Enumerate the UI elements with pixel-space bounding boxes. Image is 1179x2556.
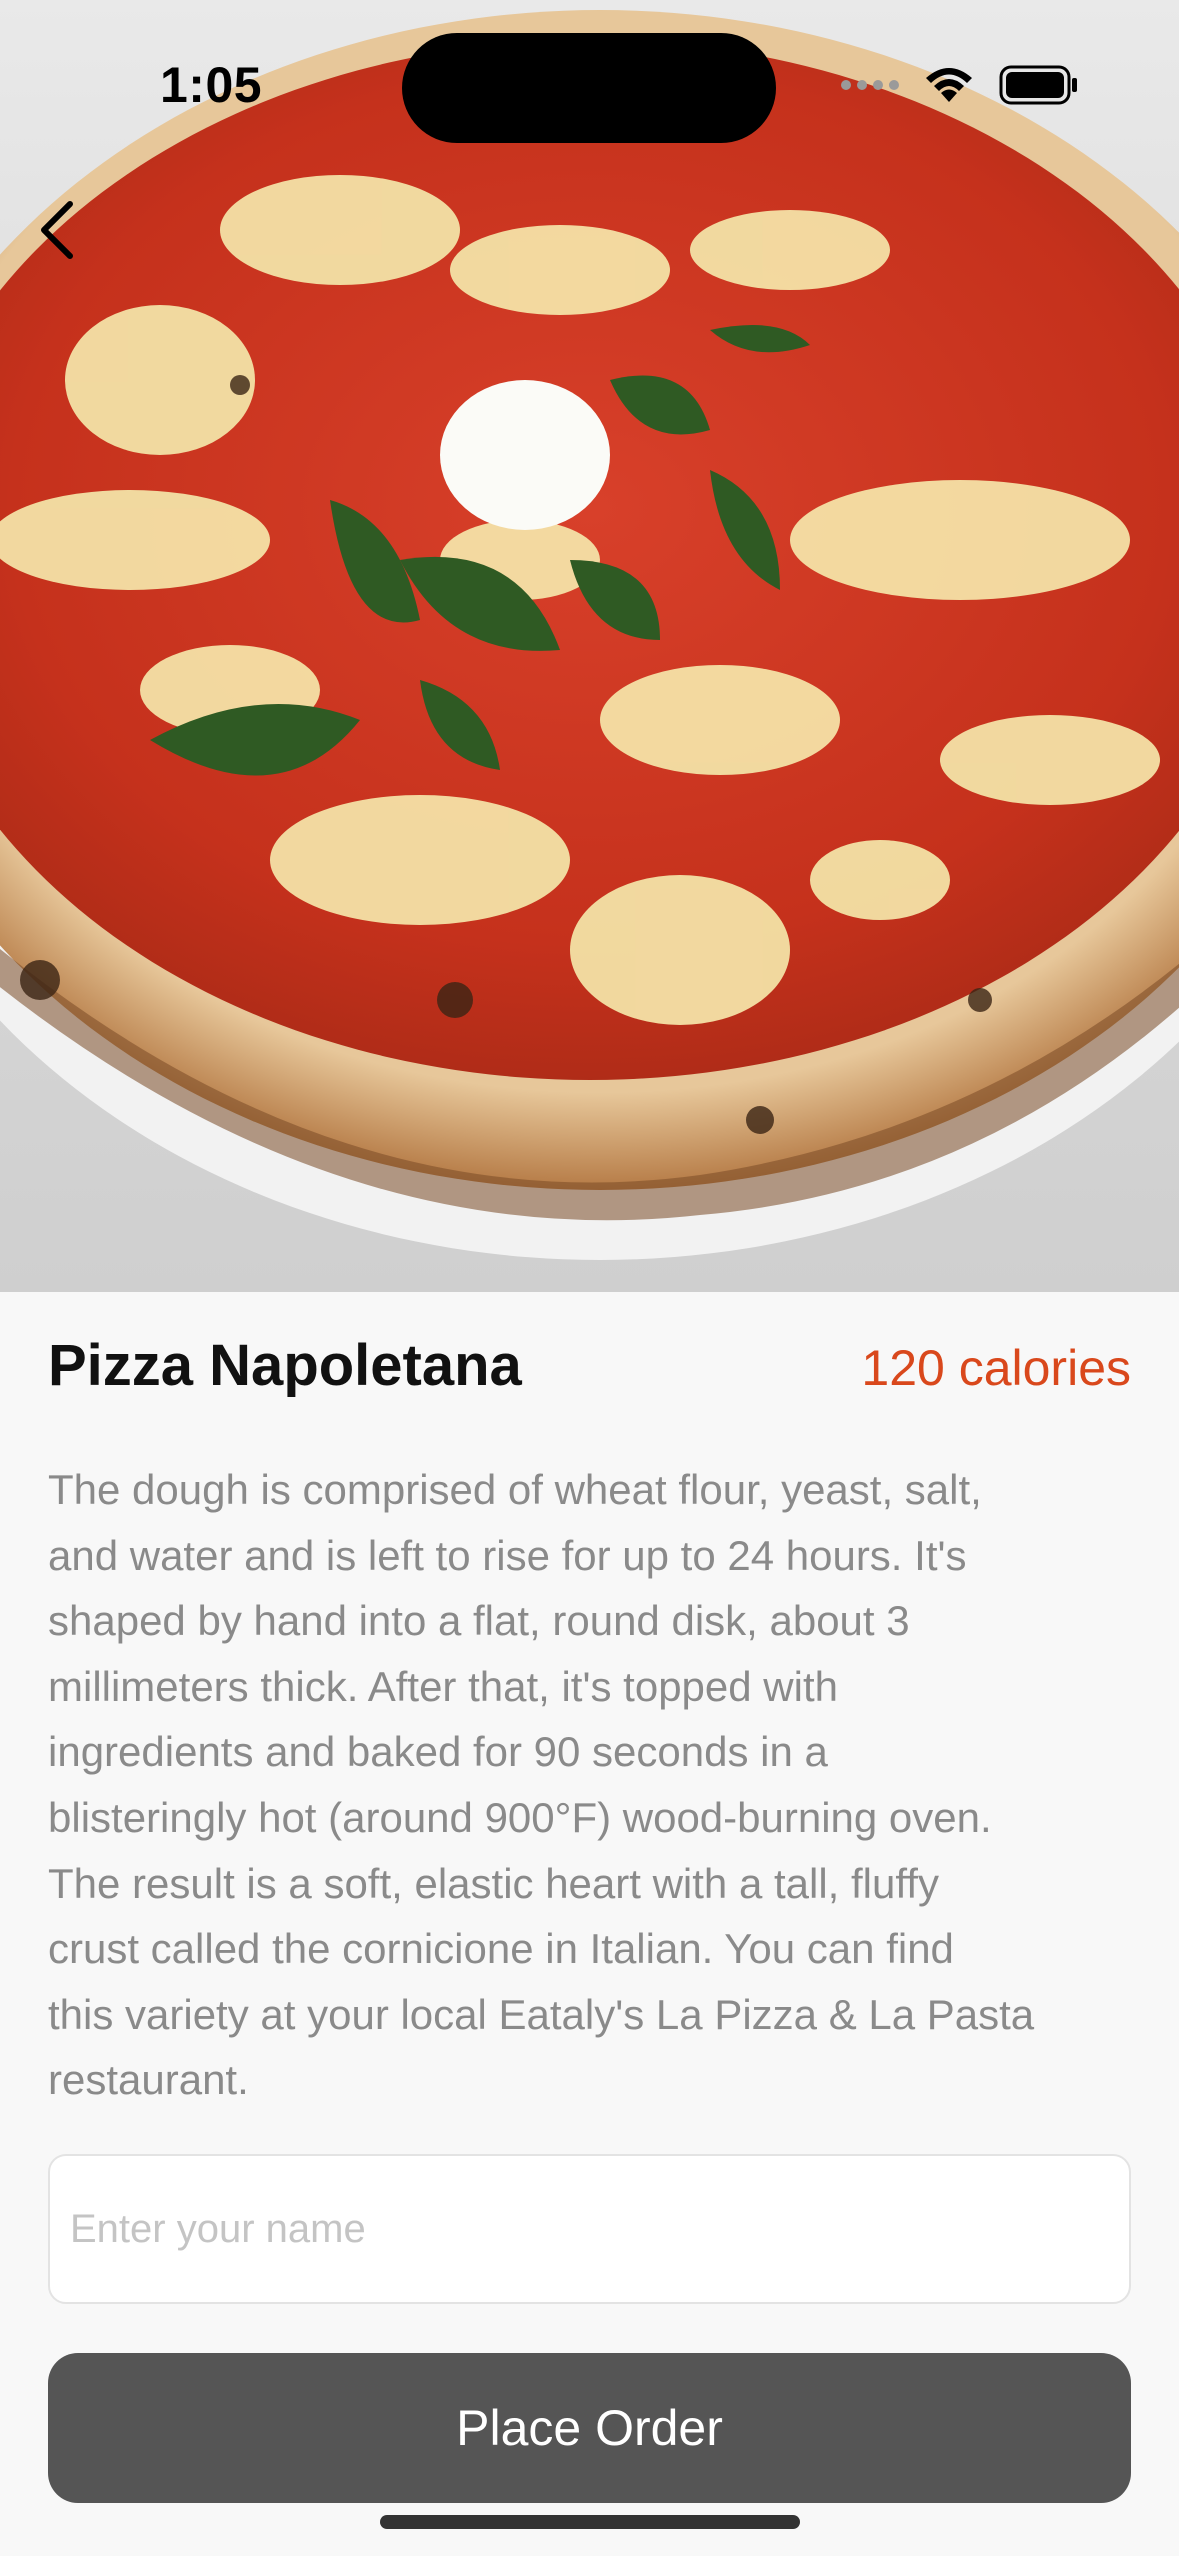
status-time: 1:05 [160,57,263,113]
back-button[interactable] [18,190,98,270]
description-line: this variety at your local Eataly's La P… [48,1990,1035,2038]
place-order-button[interactable]: Place Order [48,2353,1131,2503]
battery-icon [999,65,1077,105]
wifi-icon [926,68,972,102]
description-line: ingredients and baked for 90 seconds in … [48,1728,828,1776]
pizza-illustration [0,10,1179,1260]
chevron-left-icon [41,201,73,259]
name-input[interactable] [48,2154,1131,2304]
description-line: The dough is comprised of wheat flour, y… [48,1466,982,1513]
description-line: crust called the cornicione in Italian. … [48,1925,954,1973]
dish-title: Pizza Napoletana [48,1333,522,1398]
status-icons [841,62,1079,108]
description-line: millimeters thick. After that, it's topp… [48,1662,838,1710]
description-line: and water and is left to rise for up to … [48,1531,967,1579]
home-indicator [380,2515,800,2529]
pizza-photo [0,0,1179,1292]
description-line: blisteringly hot (around 900°F) wood-bur… [48,1793,992,1841]
dish-description: The dough is comprised of wheat flour, y… [48,1457,1131,2113]
burrata [440,380,610,530]
dynamic-island [402,33,776,143]
signal-dots-icon [841,80,899,90]
description-line: restaurant. [48,2056,249,2104]
description-line: shaped by hand into a flat, round disk, … [48,1597,910,1645]
screen: 1:05 Pizza Napoletana 120 calories The d… [0,0,1179,2556]
description-line: The result is a soft, elastic heart with… [48,1859,939,1907]
calories-label: 120 calories [861,1340,1131,1396]
title-row: Pizza Napoletana 120 calories [48,1332,1131,1399]
